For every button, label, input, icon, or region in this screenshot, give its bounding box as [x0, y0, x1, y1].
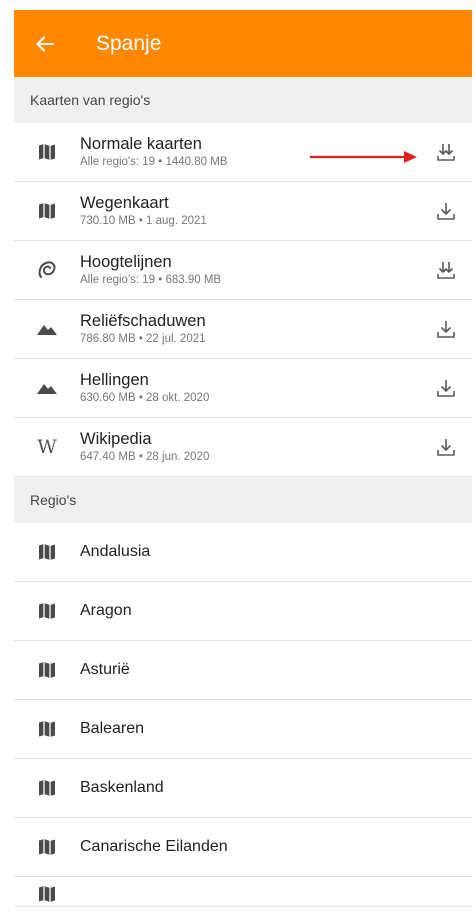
download-button[interactable] — [420, 437, 472, 457]
region-item-aragon[interactable]: Aragon — [14, 582, 472, 641]
list-item-hillshade[interactable]: Reliëfschaduwen 786.80 MB • 22 jul. 2021 — [14, 300, 472, 359]
download-icon — [437, 203, 455, 220]
list-item-contour-lines[interactable]: Hoogtelijnen Alle regio's: 19 • 683.90 M… — [14, 241, 472, 300]
region-item-balearen[interactable]: Balearen — [14, 700, 472, 759]
download-button[interactable] — [420, 319, 472, 339]
download-button[interactable] — [420, 378, 472, 398]
region-name: Aragon — [80, 602, 132, 619]
map-icon — [39, 203, 55, 219]
download-multiple-icon — [437, 144, 455, 161]
list-item-normal-maps[interactable]: Normale kaarten Alle regio's: 19 • 1440.… — [14, 123, 472, 182]
item-subtitle: 630.60 MB • 28 okt. 2020 — [80, 392, 210, 404]
region-item-andalusia[interactable]: Andalusia — [14, 523, 472, 582]
region-name: Andalusia — [80, 543, 151, 560]
mountains-icon — [37, 384, 57, 394]
region-item-asturie[interactable]: Asturië — [14, 641, 472, 700]
item-title: Reliëfschaduwen — [80, 312, 206, 330]
map-icon — [39, 144, 55, 160]
download-multiple-icon — [437, 262, 455, 279]
map-icon — [39, 544, 55, 560]
section-header-maps: Kaarten van regio's — [14, 77, 472, 123]
item-subtitle: 730.10 MB • 1 aug. 2021 — [80, 215, 207, 227]
download-icon — [437, 439, 455, 456]
item-subtitle: 647.40 MB • 28 jun. 2020 — [80, 451, 210, 463]
item-title: Wikipedia — [80, 430, 152, 448]
page-title: Spanje — [96, 31, 162, 55]
app-bar: Spanje — [14, 10, 472, 77]
map-icon — [39, 886, 55, 902]
map-icon — [39, 839, 55, 855]
contour-lines-icon — [38, 261, 56, 278]
item-subtitle: Alle regio's: 19 • 683.90 MB — [80, 274, 222, 286]
mountains-icon — [37, 325, 57, 335]
item-subtitle: Alle regio's: 19 • 1440.80 MB — [80, 156, 228, 168]
region-item-baskenland[interactable]: Baskenland — [14, 759, 472, 818]
item-title: Hoogtelijnen — [80, 253, 172, 271]
map-icon — [39, 662, 55, 678]
download-icon — [437, 321, 455, 338]
map-icon — [39, 721, 55, 737]
region-name: Canarische Eilanden — [80, 838, 228, 855]
list-item-slopes[interactable]: Hellingen 630.60 MB • 28 okt. 2020 — [14, 359, 472, 418]
item-subtitle: 786.80 MB • 22 jul. 2021 — [80, 333, 206, 345]
region-name: Asturië — [80, 661, 130, 678]
download-icon — [437, 380, 455, 397]
region-item-canarische-eilanden[interactable]: Canarische Eilanden — [14, 818, 472, 877]
download-all-button[interactable] — [420, 260, 472, 280]
list-item-road-map[interactable]: Wegenkaart 730.10 MB • 1 aug. 2021 — [14, 182, 472, 241]
map-icon — [39, 603, 55, 619]
wikipedia-icon: W — [37, 436, 57, 458]
item-title: Normale kaarten — [80, 135, 202, 153]
download-all-button[interactable] — [420, 142, 472, 162]
download-button[interactable] — [420, 201, 472, 221]
section-header-regions: Regio's — [14, 477, 472, 523]
item-title: Hellingen — [80, 371, 149, 389]
back-button[interactable] — [14, 10, 76, 77]
app-screen: Spanje Kaarten van regio's Normale kaart… — [14, 10, 472, 911]
arrow-left-icon — [36, 36, 54, 51]
list-item-wikipedia[interactable]: W Wikipedia 647.40 MB • 28 jun. 2020 — [14, 418, 472, 477]
map-icon — [39, 780, 55, 796]
region-item-partial[interactable] — [14, 877, 472, 907]
region-name: Balearen — [80, 720, 145, 737]
item-title: Wegenkaart — [80, 194, 169, 212]
region-name: Baskenland — [80, 779, 164, 796]
